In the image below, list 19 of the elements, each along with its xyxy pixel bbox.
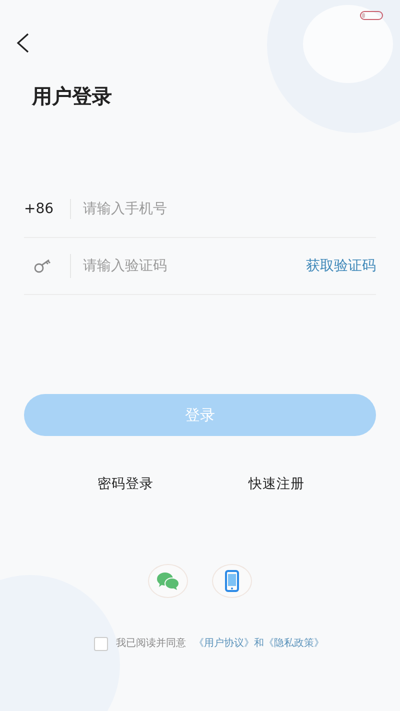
phone-icon [225, 570, 239, 592]
conjunction-text: 和 [254, 636, 264, 652]
phone-login-button[interactable] [212, 564, 252, 598]
back-icon[interactable] [16, 32, 30, 53]
phone-input-field[interactable]: 请输入手机号 [71, 198, 376, 220]
agreement-link[interactable]: 《隐私政策》 [264, 636, 324, 652]
page-title: 用户登录 [32, 84, 112, 108]
agreement-checkbox[interactable] [94, 636, 108, 651]
password-login-link[interactable]: 密码登录 [98, 474, 154, 494]
get-code-link[interactable]: 获取验证码 [306, 256, 376, 276]
code-input-field[interactable]: 请输入验证码 [71, 254, 306, 278]
battery-icon [360, 11, 384, 20]
wechat-login-button[interactable] [148, 564, 188, 598]
wechat-icon [157, 572, 179, 590]
register-link[interactable]: 快速注册 [248, 474, 304, 494]
agreement-text: 我已阅读并同意 [116, 636, 186, 652]
agreement-link[interactable]: 《用户协议》 [194, 636, 254, 652]
country-code[interactable]: +86 [24, 199, 71, 219]
key-icon [34, 259, 52, 273]
